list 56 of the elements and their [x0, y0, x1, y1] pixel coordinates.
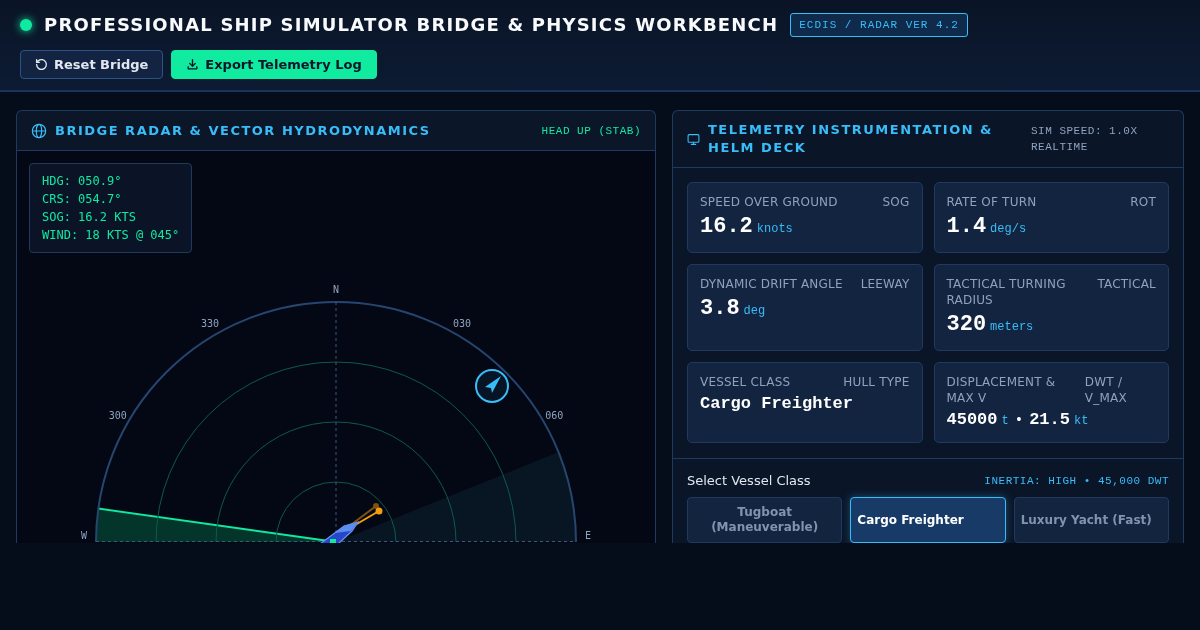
readout-line: CRS: 054.7°: [42, 191, 123, 208]
metric-label: RATE OF TURN: [946, 194, 1037, 210]
metric-tag: SOG: [882, 194, 910, 210]
metric-label: SPEED OVER GROUND: [700, 194, 838, 210]
metric-tag: HULL TYPE: [843, 374, 910, 390]
metric-tag: TACTICAL: [1097, 276, 1156, 308]
reset-icon: [35, 58, 48, 71]
globe-icon: [31, 122, 47, 139]
metric-unit: knots: [756, 222, 793, 236]
panel-title: TELEMETRY INSTRUMENTATION & HELM DECK: [708, 121, 994, 157]
bearing-label: N: [333, 284, 339, 295]
vessel-class-option[interactable]: Luxury Yacht (Fast): [1013, 497, 1169, 543]
metric-unit: t: [1001, 414, 1009, 428]
metric-tag: LEEWAY: [860, 276, 910, 292]
version-badge: ECDIS / RADAR VER 4.2: [790, 13, 968, 37]
app-title: PROFESSIONAL SHIP SIMULATOR BRIDGE & PHYSICS WORKBENCH: [44, 14, 779, 36]
metric-tag: ROT: [1130, 194, 1156, 210]
metric-label: TACTICAL TURNING RADIUS: [946, 276, 1067, 308]
bearing-label: E: [585, 530, 591, 541]
sim-speed-label: SIM SPEED: 1.0X REALTIME: [1031, 124, 1139, 155]
readout-line: WIND: 18 KTS @ 045°: [42, 227, 180, 244]
metric-value: 16.2: [700, 214, 753, 240]
metric-unit: deg: [743, 304, 766, 318]
metric-value: 45000: [946, 410, 998, 430]
bearing-label: 330: [200, 317, 220, 329]
metric-label: VESSEL CLASS: [700, 374, 791, 390]
panel-title: BRIDGE RADAR & VECTOR HYDRODYNAMICS: [55, 121, 431, 140]
bearing-label: 300: [108, 410, 127, 421]
metric-label: DYNAMIC DRIFT ANGLE: [700, 276, 843, 292]
metric-value: 1.4: [946, 214, 987, 240]
ship-marker: [318, 520, 360, 543]
vessel-class-option[interactable]: Tugboat (Maneuverable): [687, 497, 843, 543]
inertia-readout: INERTIA: HIGH • 45,000 DWT: [984, 475, 1169, 487]
bearing-label: 030: [452, 317, 472, 329]
bearing-label: W: [81, 530, 87, 541]
status-dot-icon: [20, 19, 32, 31]
metric-value: Cargo Freighter: [700, 394, 854, 414]
readout-line: HDG: 050.9°: [42, 173, 123, 190]
reset-button[interactable]: Reset Bridge: [20, 50, 164, 79]
metric-unit: kt: [1073, 414, 1089, 428]
metric-unit: deg/s: [990, 222, 1027, 236]
metric-value: 21.5: [1029, 410, 1070, 430]
bearing-label: 060: [545, 410, 564, 421]
export-button[interactable]: Export Telemetry Log: [171, 50, 377, 79]
metric-tag: DWT / V_MAX: [1084, 374, 1156, 406]
vessel-class-option[interactable]: Cargo Freighter: [850, 497, 1006, 543]
monitor-icon: [687, 132, 700, 146]
metric-label: DISPLACEMENT & MAX V: [946, 374, 1057, 406]
section-label: Select Vessel Class: [687, 473, 811, 489]
metric-value: 3.8: [700, 296, 740, 322]
separator-dot: •: [1014, 412, 1024, 428]
readout-line: SOG: 16.2 KTS: [42, 209, 137, 226]
metric-unit: meters: [990, 320, 1034, 334]
download-icon: [186, 58, 200, 71]
display-mode-label: HEAD UP (STAB): [541, 124, 641, 137]
metric-value: 320: [946, 312, 987, 338]
